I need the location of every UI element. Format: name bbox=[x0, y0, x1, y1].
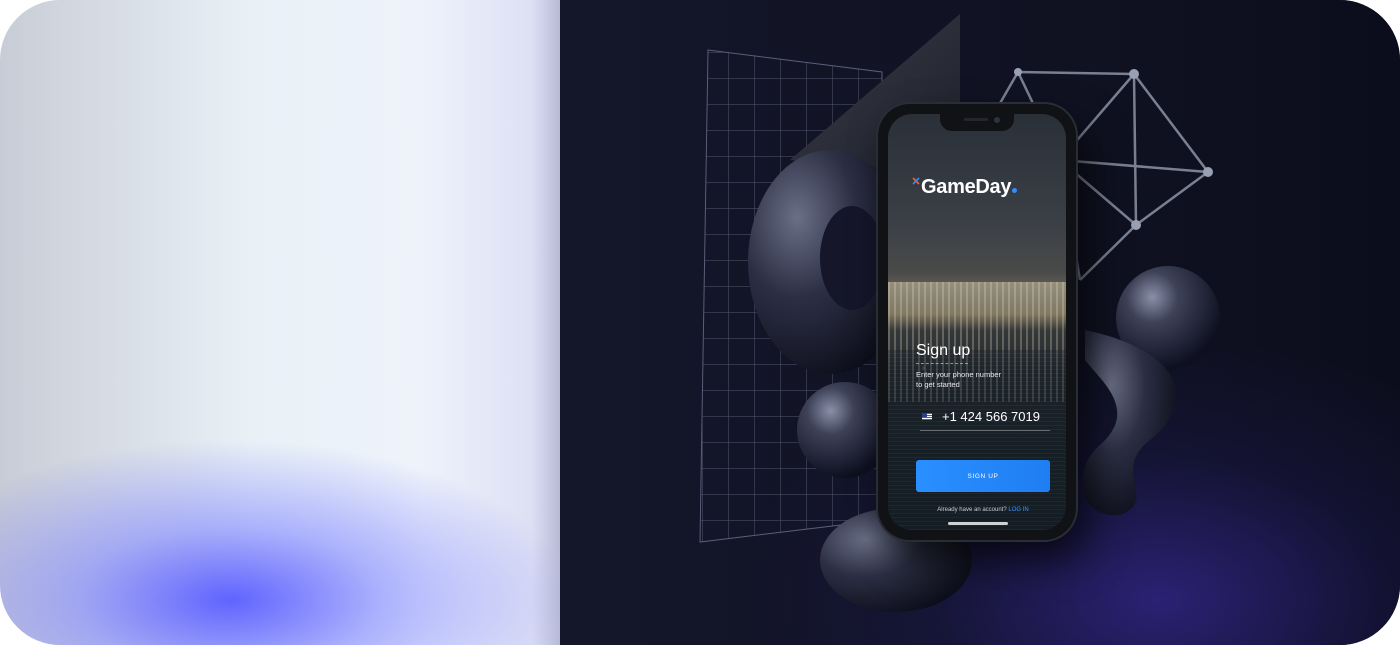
logo-mark-icon bbox=[912, 176, 920, 185]
signup-title: Sign up bbox=[916, 342, 971, 359]
logo-dot-icon bbox=[1012, 188, 1018, 193]
phone-screen: GameDay Sign up Enter your phone number … bbox=[888, 114, 1066, 530]
login-link[interactable]: LOG IN bbox=[1008, 507, 1028, 513]
home-indicator bbox=[948, 522, 1008, 525]
login-prompt-text: Already have an account? bbox=[937, 507, 1007, 513]
phone-number-row bbox=[922, 409, 1052, 424]
input-underline bbox=[920, 430, 1050, 431]
phone-mockup: GameDay Sign up Enter your phone number … bbox=[878, 104, 1076, 540]
phone-number-input[interactable] bbox=[942, 409, 1052, 424]
gameday-logo: GameDay bbox=[912, 176, 1018, 199]
hero-card: GameDay Sign up Enter your phone number … bbox=[0, 0, 1400, 645]
phone-notch bbox=[940, 114, 1014, 131]
speaker-icon bbox=[964, 118, 988, 121]
camera-icon bbox=[994, 117, 1000, 123]
sign-up-button[interactable]: SIGN UP bbox=[916, 460, 1050, 492]
logo-text: GameDay bbox=[921, 176, 1012, 198]
us-flag-icon[interactable] bbox=[922, 413, 932, 420]
signup-subtitle: Enter your phone number to get started bbox=[916, 370, 1026, 390]
subtitle-line-1: Enter your phone number bbox=[916, 370, 1002, 379]
subtitle-line-2: to get started bbox=[916, 380, 960, 389]
login-prompt: Already have an account? LOG IN bbox=[916, 507, 1050, 513]
title-underline bbox=[916, 363, 968, 364]
decorative-3d-scene bbox=[699, 14, 1220, 612]
